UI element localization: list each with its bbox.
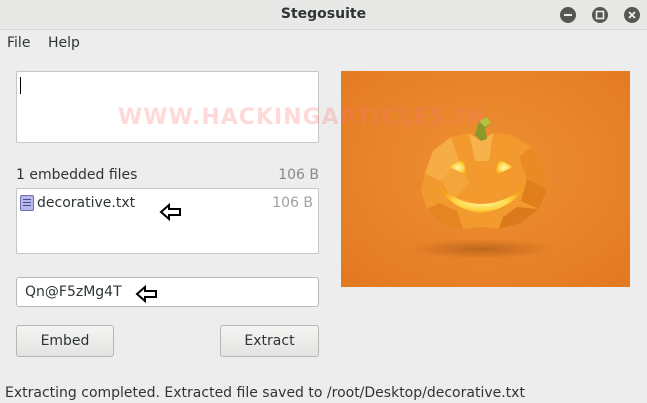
file-name: decorative.txt — [37, 195, 136, 211]
maximize-button[interactable] — [592, 7, 608, 23]
embedded-files-header: 1 embedded files 106 B — [16, 167, 319, 185]
embed-button[interactable]: Embed — [16, 325, 114, 357]
close-button[interactable] — [624, 7, 640, 23]
menu-help[interactable]: Help — [48, 35, 80, 51]
embedded-files-total-size: 106 B — [278, 167, 319, 183]
password-value: Qn@F5zMg4T — [25, 284, 122, 300]
window-title: Stegosuite — [280, 6, 367, 22]
pumpkin-image — [341, 71, 630, 287]
extract-button[interactable]: Extract — [220, 325, 319, 357]
minimize-button[interactable] — [560, 7, 576, 23]
embedded-files-count: 1 embedded files — [16, 167, 138, 183]
text-file-icon — [20, 195, 34, 211]
file-size: 106 B — [272, 195, 313, 211]
menu-bar: File Help — [0, 30, 647, 56]
embedded-file-list[interactable]: decorative.txt 106 B — [16, 188, 319, 254]
title-bar: Stegosuite — [0, 0, 647, 30]
image-preview — [341, 71, 630, 287]
close-icon — [628, 11, 636, 19]
arrow-left-icon — [135, 285, 157, 303]
arrow-left-icon — [159, 203, 181, 221]
menu-file[interactable]: File — [7, 35, 30, 51]
message-textarea[interactable] — [16, 71, 319, 143]
minimize-icon — [564, 14, 572, 16]
text-caret — [20, 77, 21, 94]
maximize-icon — [595, 10, 605, 20]
password-field[interactable]: Qn@F5zMg4T — [16, 277, 319, 307]
status-bar-text: Extracting completed. Extracted file sav… — [5, 385, 525, 401]
